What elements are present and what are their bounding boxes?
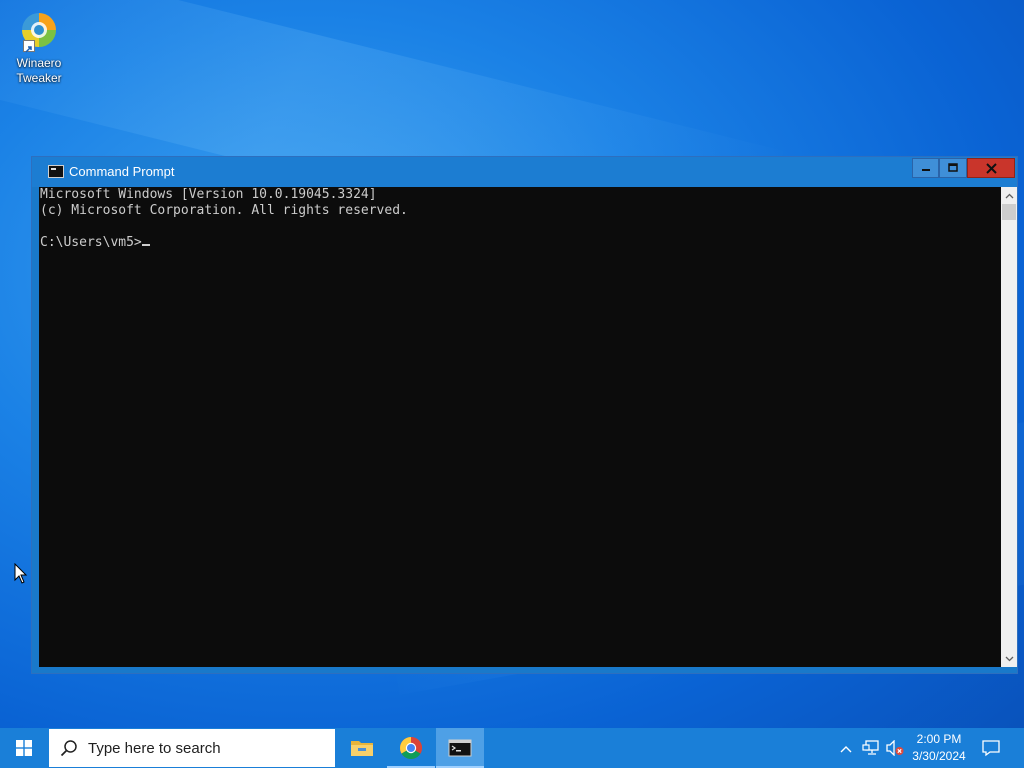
windows-logo-icon	[16, 740, 32, 756]
window-title: Command Prompt	[69, 164, 175, 179]
volume-button[interactable]	[886, 739, 904, 757]
network-status-button[interactable]	[862, 740, 880, 756]
desktop-icon-winaero-tweaker[interactable]: Winaero Tweaker	[10, 10, 68, 86]
network-icon	[862, 740, 879, 755]
chevron-down-icon	[1005, 656, 1013, 661]
volume-muted-icon	[886, 739, 904, 757]
window-titlebar[interactable]: Command Prompt	[32, 157, 1017, 187]
clock-date: 3/30/2024	[912, 749, 966, 763]
command-prompt-window[interactable]: Command Prompt Microsoft Windows [Versio…	[31, 156, 1018, 674]
chevron-up-icon	[840, 746, 852, 753]
console-prompt: C:\Users\vm5>	[40, 235, 142, 250]
console-prompt-line: C:\Users\vm5>	[40, 235, 150, 251]
scroll-down-button[interactable]	[1001, 650, 1017, 667]
close-button[interactable]	[967, 158, 1015, 178]
winaero-tweaker-icon	[19, 10, 59, 53]
clock-time: 2:00 PM	[916, 732, 962, 746]
scroll-up-button[interactable]	[1001, 187, 1017, 204]
desktop: Winaero Tweaker Command Prompt Microsoft…	[0, 0, 1024, 728]
desktop-icon-label: Winaero Tweaker	[16, 56, 62, 85]
maximize-icon	[948, 163, 958, 172]
text-cursor	[141, 244, 150, 246]
close-icon	[985, 162, 997, 174]
search-placeholder: Type here to search	[88, 740, 221, 757]
chevron-up-icon	[1005, 193, 1013, 198]
shortcut-arrow-icon	[23, 40, 35, 53]
command-prompt-icon	[448, 739, 472, 757]
taskbar-command-prompt[interactable]	[436, 728, 484, 768]
command-prompt-icon	[48, 165, 64, 178]
action-center-button[interactable]	[982, 739, 1000, 757]
folder-icon	[351, 741, 373, 756]
search-icon	[60, 740, 77, 757]
show-hidden-icons-button[interactable]	[838, 740, 854, 756]
scrollbar-thumb[interactable]	[1002, 204, 1016, 220]
console-line: Microsoft Windows [Version 10.0.19045.33…	[40, 187, 377, 202]
minimize-icon	[921, 169, 930, 171]
taskbar-chrome[interactable]	[387, 728, 435, 768]
chrome-icon	[400, 737, 422, 759]
notification-icon	[982, 740, 1000, 757]
minimize-button[interactable]	[912, 158, 939, 178]
taskbar-file-explorer[interactable]	[338, 728, 386, 768]
mouse-pointer-icon	[14, 562, 28, 585]
vertical-scrollbar[interactable]	[1001, 187, 1017, 667]
start-button[interactable]	[0, 728, 48, 768]
taskbar-clock[interactable]: 2:00 PM 3/30/2024	[906, 731, 972, 765]
taskbar-search-box[interactable]: Type here to search	[49, 729, 335, 767]
console-line: (c) Microsoft Corporation. All rights re…	[40, 203, 408, 218]
maximize-button[interactable]	[939, 158, 967, 178]
taskbar: Type here to search 2:00 PM 3/30/2024	[0, 728, 1024, 768]
console-output[interactable]: Microsoft Windows [Version 10.0.19045.33…	[39, 187, 1001, 667]
